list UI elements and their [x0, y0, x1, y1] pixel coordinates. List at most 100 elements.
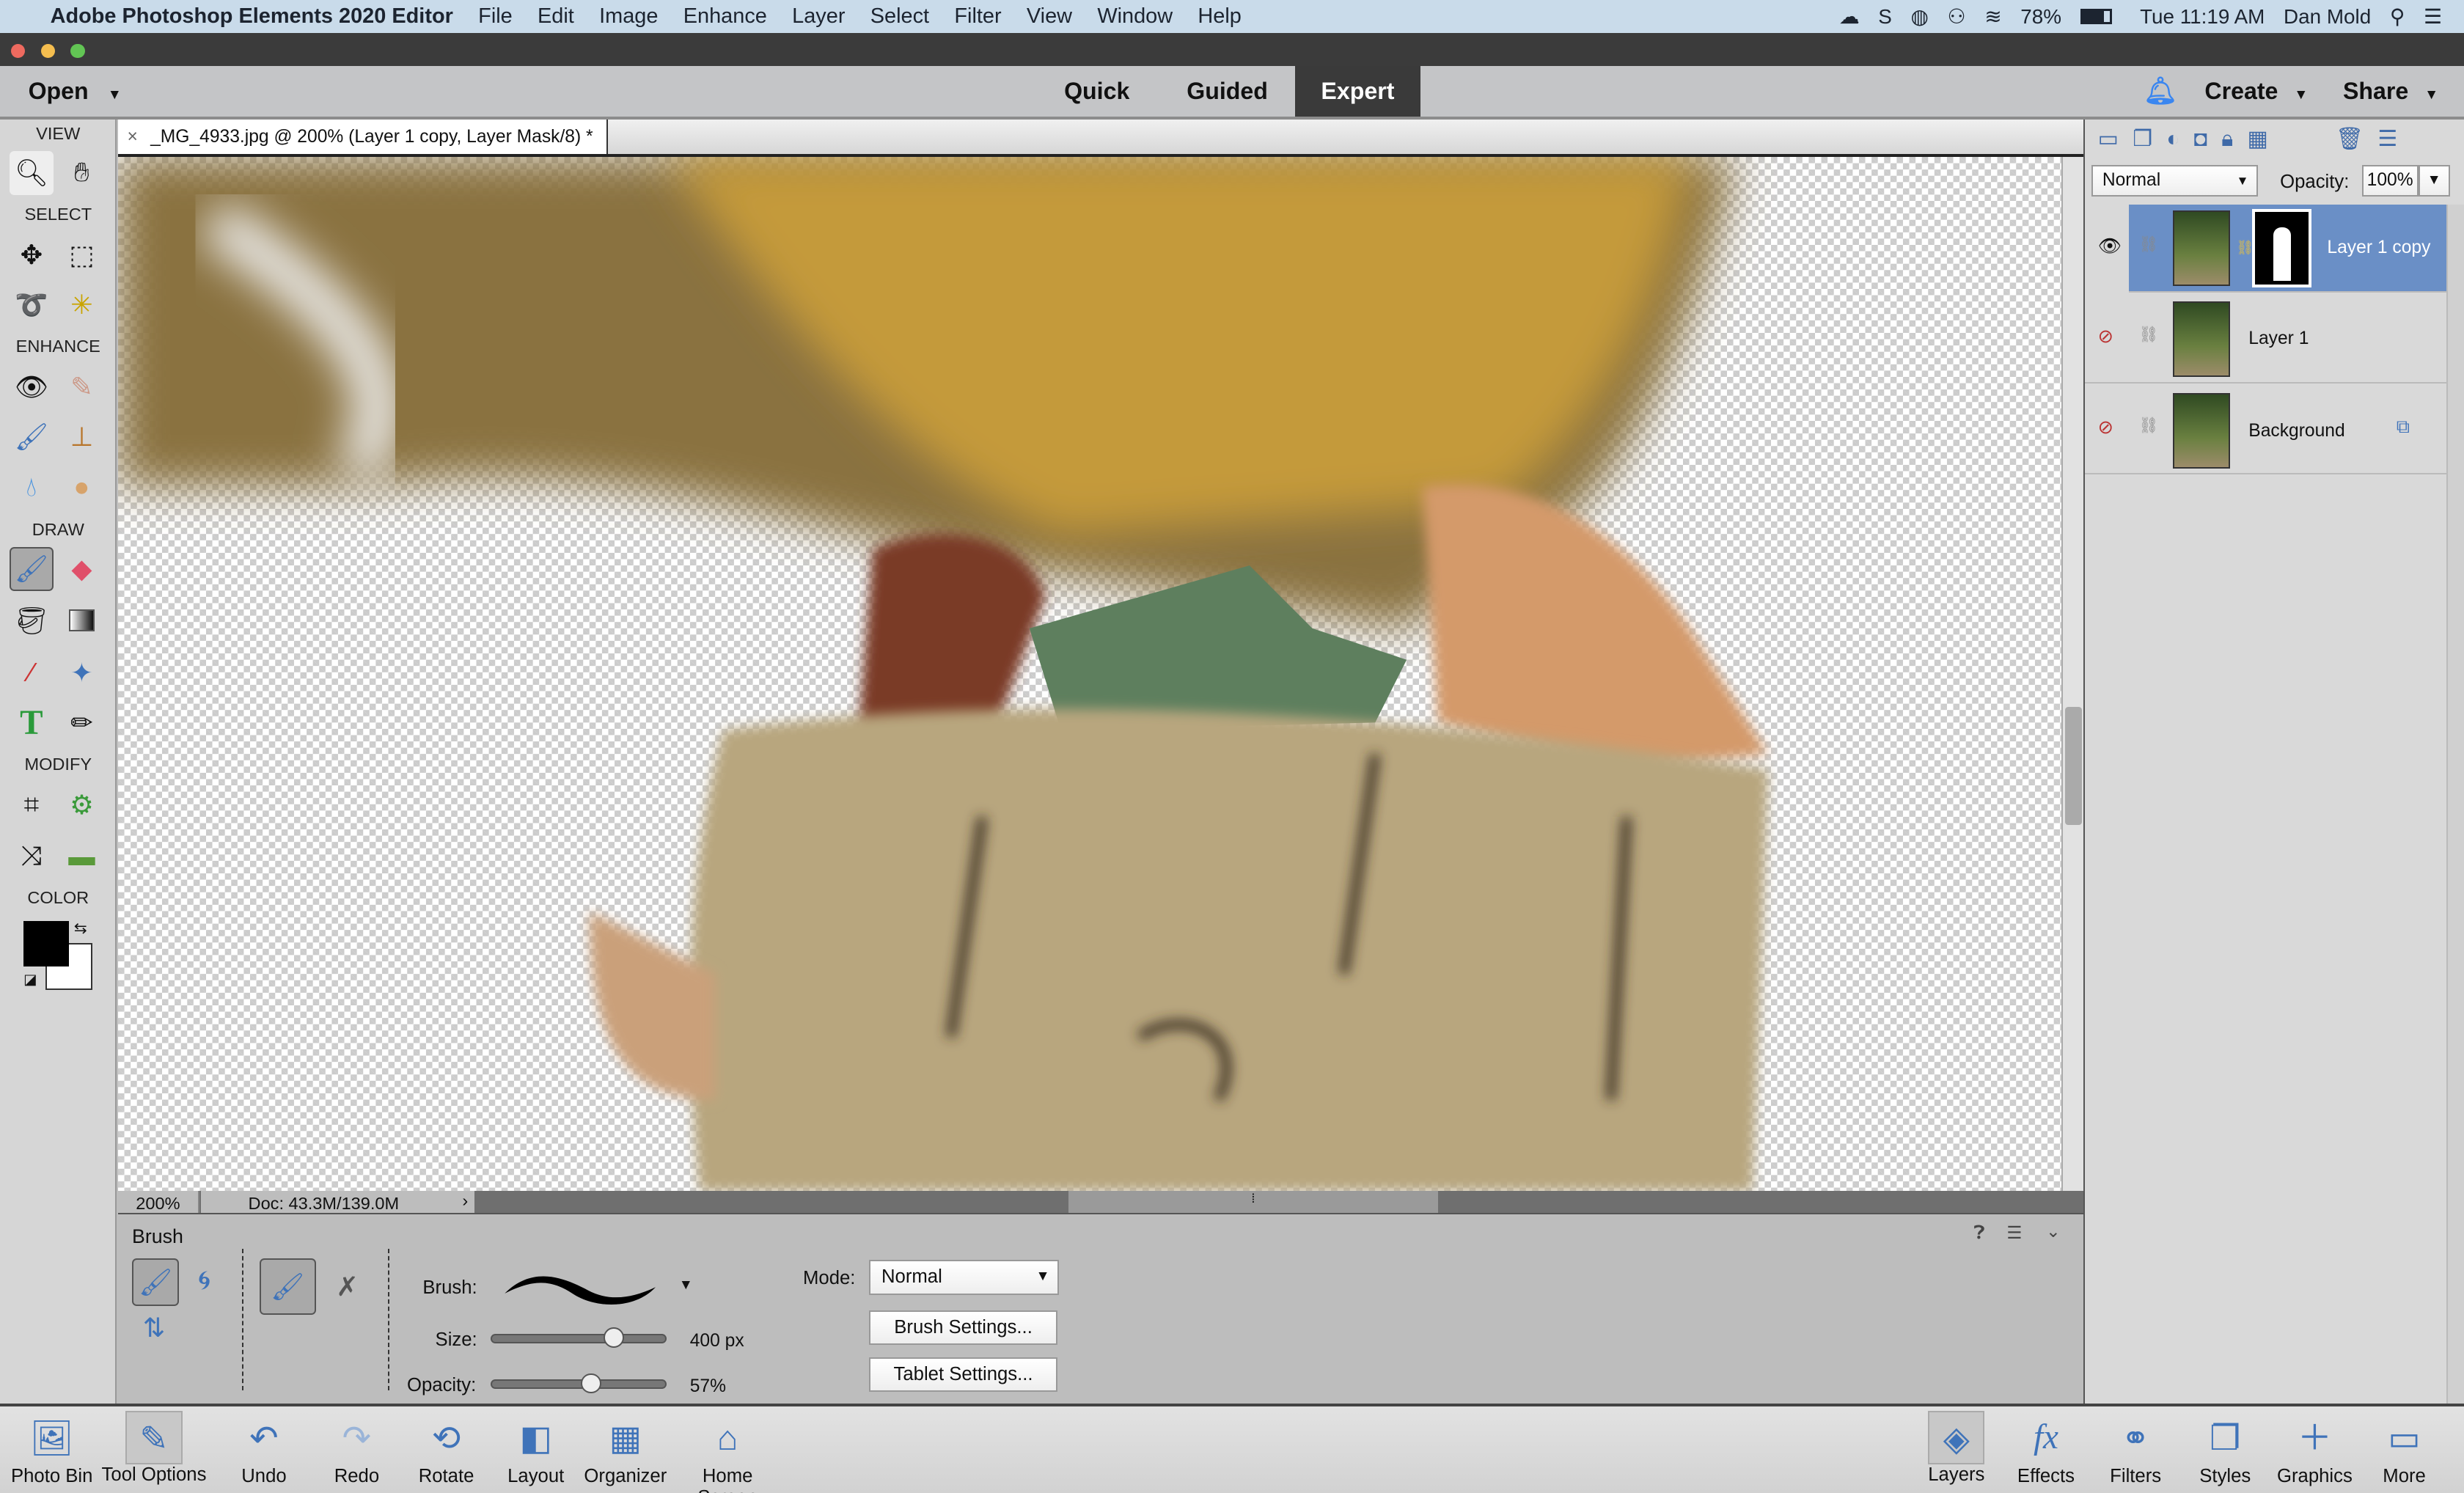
- horizontal-scrollbar-thumb[interactable]: ⦙: [1068, 1191, 1438, 1214]
- move-tool-icon[interactable]: ✥: [10, 232, 54, 276]
- panel-menu-icon[interactable]: ☰: [2377, 126, 2397, 152]
- status-menu-arrow[interactable]: ›: [455, 1191, 475, 1214]
- shield-icon[interactable]: S: [1878, 5, 1892, 29]
- new-layer-icon[interactable]: ▭: [2098, 126, 2119, 152]
- layout-button[interactable]: ◧ Layout: [488, 1406, 583, 1493]
- adjustment-layer-icon[interactable]: ◐: [2166, 127, 2179, 152]
- tab-guided[interactable]: Guided: [1165, 66, 1290, 117]
- opacity-value[interactable]: 57%: [690, 1376, 726, 1397]
- spotlight-search-icon[interactable]: ⚲: [2390, 4, 2405, 29]
- visibility-hidden-icon[interactable]: ⊘: [2098, 417, 2114, 439]
- brush-preset-picker[interactable]: [502, 1262, 659, 1309]
- battery-icon[interactable]: [2080, 8, 2112, 25]
- impressionist-brush-icon[interactable]: 🌀︎: [183, 1258, 227, 1302]
- layer-name[interactable]: Layer 1 copy: [2327, 238, 2430, 258]
- brush-settings-button[interactable]: Brush Settings...: [868, 1310, 1058, 1346]
- creative-cloud-icon[interactable]: ☁: [1839, 4, 1860, 29]
- hand-tool-icon[interactable]: ✋︎: [59, 151, 103, 195]
- delete-layer-icon[interactable]: 🗑︎: [2336, 126, 2364, 152]
- swap-colors-icon[interactable]: ⇆: [74, 920, 87, 938]
- more-button[interactable]: ▭ More: [2357, 1406, 2452, 1493]
- smart-brush-icon[interactable]: 🖌︎: [10, 415, 54, 459]
- photo-bin-button[interactable]: 🖼︎ Photo Bin: [4, 1406, 99, 1493]
- clone-stamp-icon[interactable]: ⊥: [59, 415, 103, 459]
- tablet-settings-button[interactable]: Tablet Settings...: [868, 1357, 1058, 1393]
- layers-button[interactable]: ◈ Layers: [1910, 1406, 2004, 1493]
- layer-row-background[interactable]: ⊘ ⛓︎ Background ⧉: [2085, 386, 2447, 475]
- visibility-hidden-icon[interactable]: ⊘: [2098, 326, 2114, 348]
- help-icon[interactable]: ❓︎: [1973, 1222, 1984, 1244]
- home-screen-button[interactable]: ⌂ Home Screen: [672, 1406, 782, 1493]
- styles-button[interactable]: ❐ Styles: [2178, 1406, 2273, 1493]
- notification-center-icon[interactable]: ☰: [2424, 4, 2442, 29]
- lasso-tool-icon[interactable]: ➰: [10, 283, 54, 327]
- magic-wand-tool-icon[interactable]: ✳: [59, 283, 103, 327]
- brush-mode-icon[interactable]: 🖌︎: [131, 1258, 180, 1306]
- create-button[interactable]: Create ▼: [2204, 66, 2308, 117]
- layer-opacity-input[interactable]: 100%: [2361, 164, 2419, 197]
- sponge-tool-icon[interactable]: ●: [59, 465, 103, 509]
- add-mask-icon[interactable]: ◘: [2194, 127, 2207, 152]
- background-lock-icon[interactable]: ⧉: [2397, 417, 2410, 439]
- layer-link-icon[interactable]: ⛓︎: [2138, 326, 2158, 344]
- globe-icon[interactable]: ◍: [1911, 4, 1929, 29]
- layer-name[interactable]: Layer 1: [2248, 329, 2309, 349]
- menu-image[interactable]: Image: [599, 4, 658, 29]
- scrollbar-thumb[interactable]: [2064, 707, 2083, 825]
- zoom-window-button[interactable]: [70, 44, 85, 59]
- blend-mode-select[interactable]: Normal ▼: [2091, 164, 2259, 197]
- collapse-options-icon[interactable]: ⌄: [2046, 1221, 2061, 1241]
- content-aware-move-icon[interactable]: ⤨: [10, 834, 54, 878]
- default-colors-icon[interactable]: ◪: [23, 971, 37, 988]
- tool-options-button[interactable]: ✎ Tool Options: [102, 1406, 206, 1493]
- layer-link-icon[interactable]: ⛓︎: [2138, 235, 2158, 254]
- straighten-tool-icon[interactable]: ▬: [59, 834, 103, 878]
- menu-enhance[interactable]: Enhance: [683, 4, 767, 29]
- size-slider-knob[interactable]: [603, 1327, 624, 1349]
- crop-tool-icon[interactable]: ⌗: [10, 782, 54, 826]
- lock-all-icon[interactable]: 🔒︎: [2221, 127, 2233, 152]
- organizer-button[interactable]: ▦ Organizer: [579, 1406, 673, 1493]
- healing-brush-icon[interactable]: ✎: [59, 364, 103, 408]
- new-group-icon[interactable]: ❐: [2133, 126, 2152, 152]
- rotate-button[interactable]: ⟲ Rotate: [399, 1406, 494, 1493]
- redo-button[interactable]: ↷ Redo: [309, 1406, 404, 1493]
- menu-edit[interactable]: Edit: [538, 4, 574, 29]
- eraser-tool-icon[interactable]: ◆: [59, 547, 103, 591]
- eyedropper-icon[interactable]: ⁄: [10, 650, 54, 694]
- lock-transparency-icon[interactable]: ▦: [2247, 126, 2267, 152]
- clock[interactable]: Tue 11:19 AM: [2140, 5, 2265, 29]
- menu-view[interactable]: View: [1027, 4, 1072, 29]
- open-button[interactable]: Open ▼: [29, 66, 122, 117]
- brush-picker-chevron-icon[interactable]: ▼: [679, 1277, 693, 1294]
- battery-percent[interactable]: 78%: [2020, 5, 2061, 29]
- wifi-icon[interactable]: ≋: [1984, 4, 2001, 29]
- zoom-level[interactable]: 200%: [117, 1191, 200, 1214]
- custom-shape-icon[interactable]: ✦: [59, 650, 103, 694]
- marquee-tool-icon[interactable]: ⬚: [59, 232, 103, 276]
- menu-layer[interactable]: Layer: [792, 4, 845, 29]
- gradient-tool-icon[interactable]: [59, 598, 103, 642]
- app-name[interactable]: Adobe Photoshop Elements 2020 Editor: [51, 4, 453, 29]
- menu-select[interactable]: Select: [870, 4, 929, 29]
- undo-button[interactable]: ↶ Undo: [217, 1406, 312, 1493]
- pencil-tool-icon[interactable]: ✏︎: [59, 701, 103, 745]
- binoculars-icon[interactable]: ⚇: [1948, 4, 1966, 29]
- opacity-slider-knob[interactable]: [581, 1373, 601, 1394]
- share-button[interactable]: Share ▼: [2343, 66, 2438, 117]
- menu-window[interactable]: Window: [1097, 4, 1173, 29]
- menu-filter[interactable]: Filter: [954, 4, 1001, 29]
- paint-bucket-icon[interactable]: 🪣︎: [10, 598, 54, 642]
- size-slider[interactable]: [490, 1327, 667, 1349]
- notification-bell-icon[interactable]: 🔔︎: [2144, 66, 2177, 117]
- menu-help[interactable]: Help: [1198, 4, 1241, 29]
- brush-tool-icon[interactable]: 🖌︎: [9, 546, 54, 591]
- vertical-scrollbar[interactable]: [2061, 157, 2084, 1192]
- opacity-slider[interactable]: [490, 1373, 667, 1394]
- minimize-window-button[interactable]: [40, 44, 55, 59]
- layer-row-layer-1[interactable]: ⊘ ⛓︎ Layer 1: [2085, 296, 2447, 384]
- graphics-button[interactable]: ＋ Graphics: [2267, 1406, 2362, 1493]
- recompose-tool-icon[interactable]: ⚙︎: [59, 782, 103, 826]
- blur-tool-icon[interactable]: 💧︎: [10, 465, 54, 509]
- size-value[interactable]: 400 px: [690, 1331, 744, 1351]
